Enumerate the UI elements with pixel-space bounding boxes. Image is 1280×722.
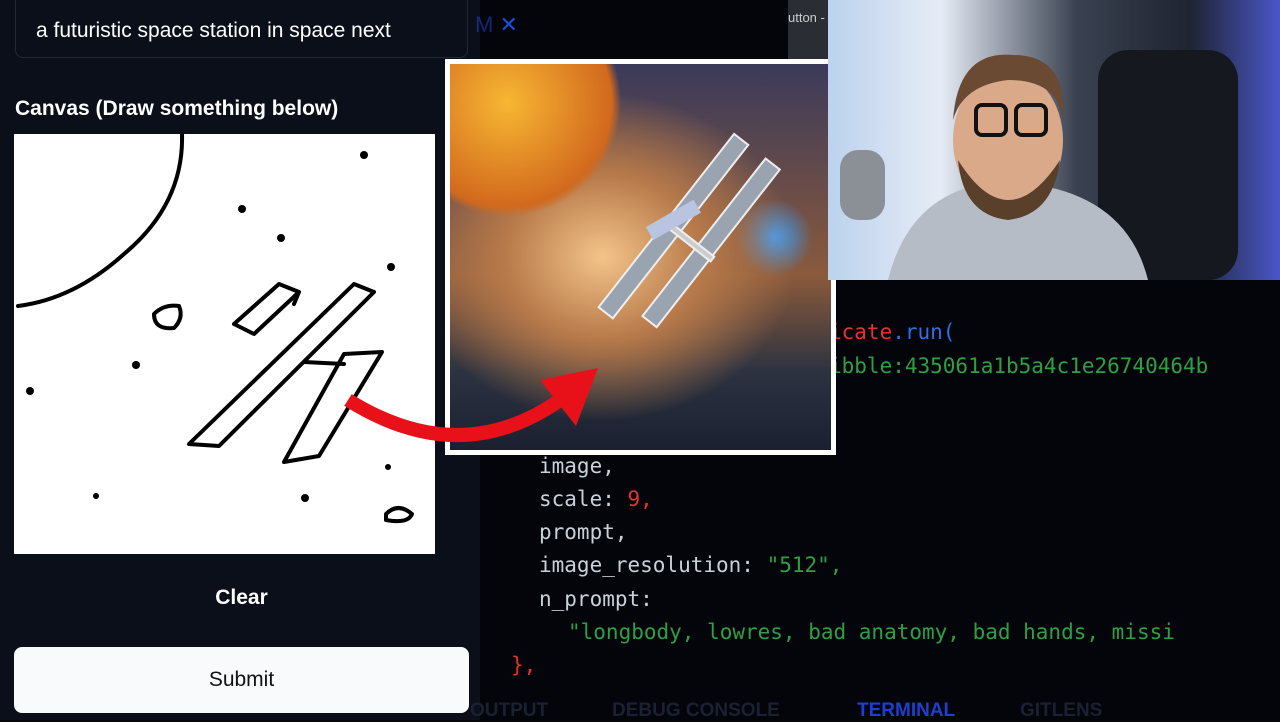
code-token: icate xyxy=(829,320,893,344)
code-token: "512", xyxy=(766,553,843,577)
code-token: 9, xyxy=(627,487,653,511)
editor-tab[interactable]: M ✕ xyxy=(475,12,518,38)
code-token: .run( xyxy=(892,320,956,344)
code-token: scale: xyxy=(539,487,628,511)
code-line: ibble:435061a1b5a4c1e26740464b xyxy=(829,354,1209,378)
close-icon[interactable]: ✕ xyxy=(499,12,517,37)
submit-button[interactable]: Submit xyxy=(14,647,469,713)
tab-output[interactable]: OUTPUT xyxy=(470,700,548,722)
clear-button[interactable]: Clear xyxy=(14,586,469,610)
code-line: prompt, xyxy=(539,520,628,544)
drawing-canvas[interactable] xyxy=(14,132,435,554)
code-line: "longbody, lowres, bad anatomy, bad hand… xyxy=(568,620,1175,644)
code-token: image_resolution: xyxy=(539,553,767,577)
tab-terminal[interactable]: TERMINAL xyxy=(857,700,955,722)
code-line: }, xyxy=(511,653,537,677)
arrow-icon xyxy=(344,368,598,442)
tab-label: M xyxy=(475,12,494,37)
canvas-label: Canvas (Draw something below) xyxy=(15,97,339,120)
tab-gitlens[interactable]: GITLENS xyxy=(1020,700,1102,722)
tab-debug-console[interactable]: DEBUG CONSOLE xyxy=(612,700,780,722)
code-line: n_prompt: xyxy=(539,587,653,611)
prompt-input[interactable]: a futuristic space station in space next xyxy=(15,0,468,58)
webcam-video xyxy=(828,0,1280,280)
editor-tab-fragment[interactable]: utton - xyxy=(788,0,828,60)
